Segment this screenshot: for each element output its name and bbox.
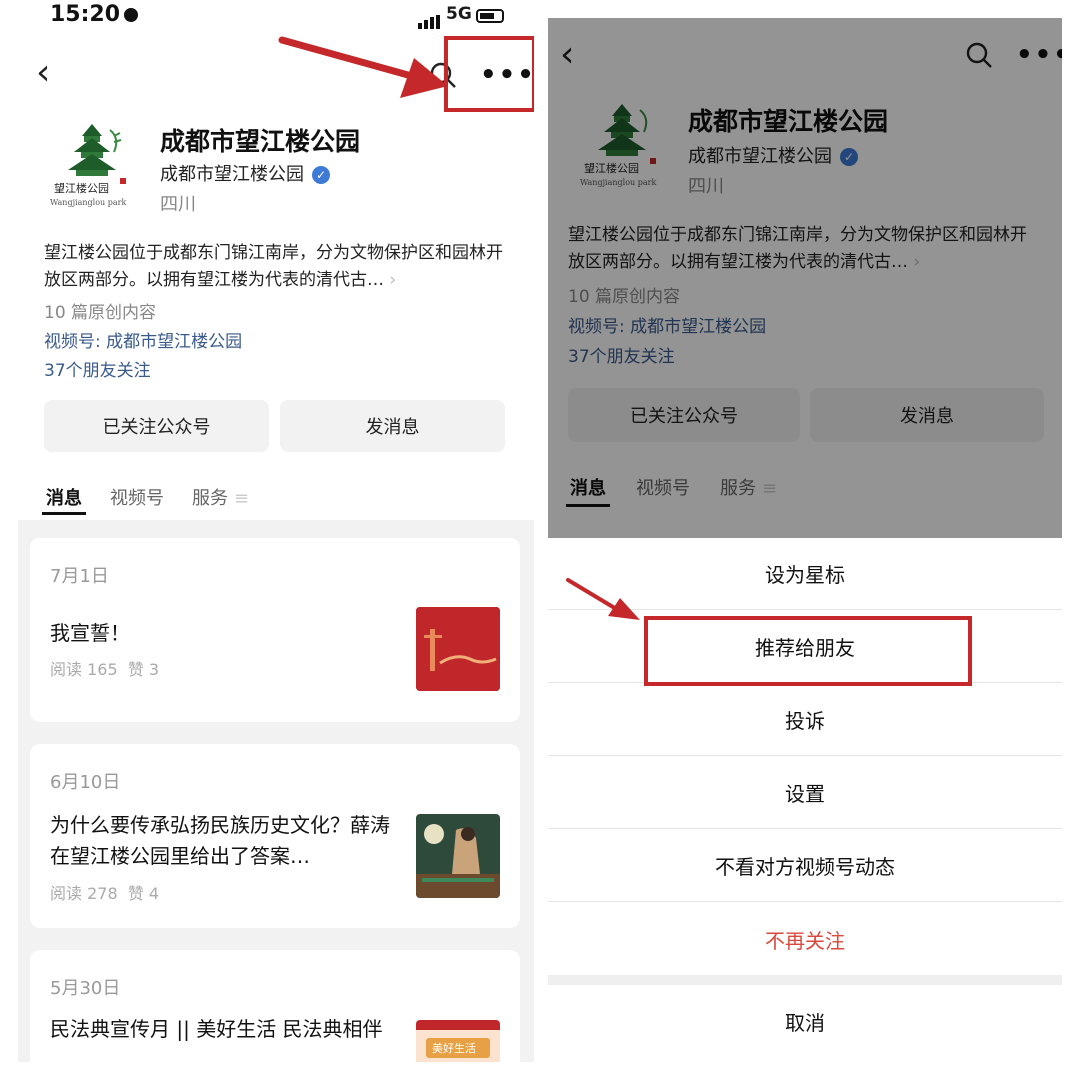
menu-settings[interactable]: 设置 <box>548 757 1062 829</box>
back-icon[interactable]: ‹ <box>36 52 50 93</box>
article-stats: 阅读 165 赞 3 <box>50 656 159 680</box>
active-tab-indicator <box>42 512 86 515</box>
article-thumbnail: 美好生活 <box>416 1020 500 1062</box>
article-title: 民法典宣传月 || 美好生活 民法典相伴 <box>50 1017 383 1041</box>
status-time-text: 15:20 <box>50 2 121 27</box>
tab-messages[interactable]: 消息 <box>46 484 82 510</box>
article-stats: 阅读 278 赞 4 <box>50 880 159 904</box>
sheet-separator <box>548 975 1062 985</box>
original-count: 10 篇原创内容 <box>44 303 157 323</box>
article-card[interactable]: 7月1日 我宣誓！ 阅读 165 赞 3 <box>30 538 520 722</box>
followed-button[interactable]: 已关注公众号 <box>44 400 269 452</box>
article-card[interactable]: 6月10日 为什么要传承弘扬民族历史文化？薛涛在望江楼公园里给出了答案… 阅读 … <box>30 744 520 928</box>
chevron-right-icon: › <box>389 270 397 290</box>
account-description[interactable]: 望江楼公园位于成都东门锦江南岸，分为文物保护区和园林开放区两部分。以拥有望江楼为… <box>44 240 504 294</box>
menu-mute-channel-updates[interactable]: 不看对方视频号动态 <box>548 830 1062 902</box>
highlight-box-more <box>444 36 534 112</box>
friends-following[interactable]: 37个朋友关注 <box>44 356 151 381</box>
tab-services-label: 服务 <box>192 488 228 509</box>
account-region: 四川 <box>160 194 196 215</box>
annotation-arrow <box>566 578 640 620</box>
battery-icon <box>476 9 504 23</box>
article-title: 为什么要传承弘扬民族历史文化？薛涛在望江楼公园里给出了答案… <box>50 813 390 868</box>
article-reads: 阅读 165 <box>50 660 118 679</box>
verified-icon: ✓ <box>312 166 330 184</box>
network-label: 5G <box>446 4 472 24</box>
left-screenshot: 15:20 5G ‹ ••• 望江楼公园 Wangjianglou park 成… <box>18 0 534 1062</box>
right-screenshot: ‹ ••• 望江楼公园 Wangjianglou park 成都市望江楼公园 成… <box>548 18 1062 1062</box>
article-card[interactable]: 5月30日 民法典宣传月 || 美好生活 民法典相伴 美好生活 <box>30 950 520 1062</box>
modal-backdrop[interactable] <box>548 18 1062 538</box>
article-likes: 赞 3 <box>127 660 160 679</box>
article-date: 5月30日 <box>50 978 121 999</box>
tab-channels[interactable]: 视频号 <box>110 484 164 510</box>
article-date: 6月10日 <box>50 772 121 793</box>
status-time: 15:20 <box>50 2 139 27</box>
logo-subtext: Wangjianglou park <box>50 198 127 207</box>
moon-icon <box>124 8 139 22</box>
account-description-text: 望江楼公园位于成都东门锦江南岸，分为文物保护区和园林开放区两部分。以拥有望江楼为… <box>44 243 503 290</box>
signal-icon <box>418 10 442 29</box>
article-thumbnail <box>416 607 500 691</box>
menu-lines-icon: ≡ <box>234 488 250 509</box>
send-message-button[interactable]: 发消息 <box>280 400 505 452</box>
account-subject: 成都市望江楼公园 ✓ <box>160 160 330 186</box>
article-thumbnail <box>416 814 500 898</box>
article-title: 我宣誓！ <box>50 621 130 645</box>
article-date: 7月1日 <box>50 566 109 587</box>
article-reads: 阅读 278 <box>50 884 118 903</box>
menu-unfollow[interactable]: 不再关注 <box>548 903 1062 975</box>
menu-report[interactable]: 投诉 <box>548 684 1062 756</box>
highlight-box-recommend <box>644 616 972 686</box>
article-likes: 赞 4 <box>127 884 160 903</box>
account-subject-text: 成都市望江楼公园 <box>160 164 304 185</box>
channel-link[interactable]: 视频号: 成都市望江楼公园 <box>44 327 242 352</box>
account-name: 成都市望江楼公园 <box>160 127 361 156</box>
logo-text: 望江楼公园 <box>54 182 109 195</box>
tab-services[interactable]: 服务 ≡ <box>192 484 249 510</box>
account-logo: 望江楼公园 Wangjianglou park <box>48 122 136 210</box>
thumbnail-text: 美好生活 <box>432 1042 476 1055</box>
menu-cancel[interactable]: 取消 <box>548 985 1062 1057</box>
